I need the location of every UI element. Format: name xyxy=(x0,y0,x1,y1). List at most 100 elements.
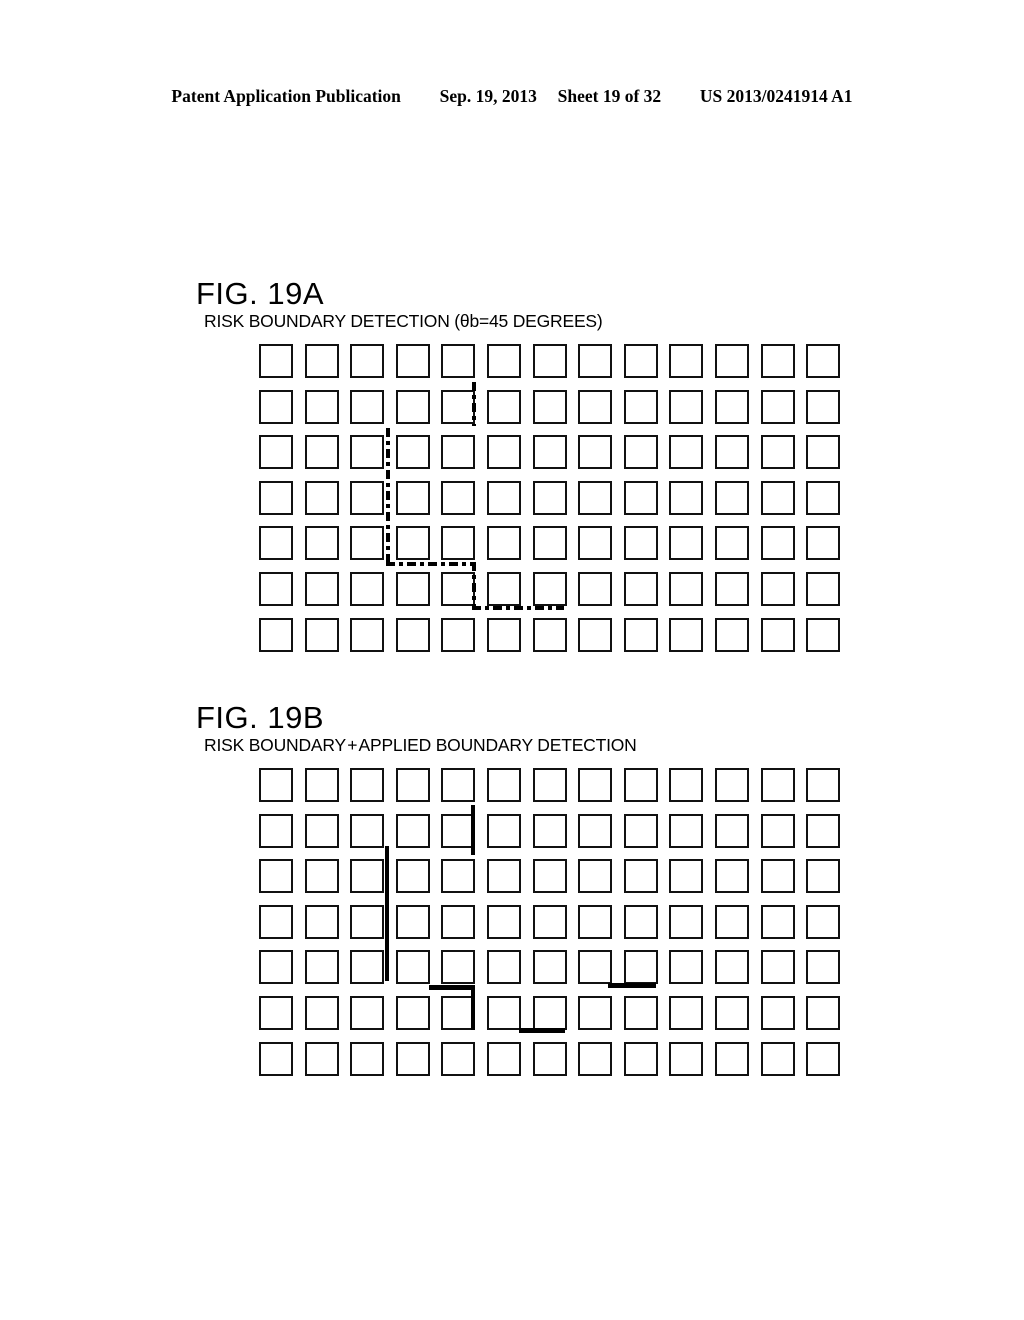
grid-cell xyxy=(487,768,521,802)
grid-cell xyxy=(487,572,521,606)
grid-cell xyxy=(259,435,293,470)
grid-cell xyxy=(760,768,795,802)
grid-cell xyxy=(715,572,749,606)
grid-cell xyxy=(669,344,704,378)
grid-cell xyxy=(669,996,704,1030)
grid-cell xyxy=(623,904,658,939)
grid-cell xyxy=(715,344,749,378)
grid-cell xyxy=(304,389,339,424)
grid-cell xyxy=(395,904,430,939)
grid-cell xyxy=(715,950,749,985)
grid-cell xyxy=(623,526,658,561)
grid-cell xyxy=(441,526,476,561)
grid-cell xyxy=(578,950,613,985)
header-publication-label: Patent Application Publication xyxy=(171,86,401,106)
grid-cell xyxy=(304,768,339,802)
grid-cell xyxy=(578,572,613,606)
risk-boundary-seg-mid-horizontal xyxy=(386,562,474,566)
grid-cell xyxy=(441,768,476,802)
grid-cell xyxy=(259,813,293,848)
grid-cell xyxy=(304,950,339,985)
grid-cell xyxy=(532,572,567,606)
grid-cell xyxy=(304,996,339,1030)
grid-cell xyxy=(669,950,704,985)
grid-cell xyxy=(350,1041,385,1076)
grid-cell xyxy=(623,389,658,424)
applied-boundary-seg-mid-horizontal xyxy=(429,985,474,990)
grid-cell xyxy=(395,526,430,561)
grid-cell xyxy=(259,859,293,894)
grid-cell xyxy=(578,344,613,378)
grid-cell xyxy=(578,768,613,802)
grid-cell xyxy=(806,480,841,515)
grid-cell xyxy=(669,617,704,652)
grid-cell xyxy=(669,480,704,515)
grid-cell xyxy=(532,1041,567,1076)
grid-cell xyxy=(487,526,521,561)
grid-cell xyxy=(441,617,476,652)
grid-cell xyxy=(806,389,841,424)
grid-cell xyxy=(532,904,567,939)
grid-cell xyxy=(760,859,795,894)
grid-cell xyxy=(623,813,658,848)
grid-cell xyxy=(304,904,339,939)
grid-cell xyxy=(487,904,521,939)
grid-cell xyxy=(578,1041,613,1076)
grid-cell xyxy=(806,996,841,1030)
grid-cell xyxy=(760,996,795,1030)
grid-cell xyxy=(669,904,704,939)
grid-cell xyxy=(395,859,430,894)
grid-cell xyxy=(441,996,476,1030)
grid-cell xyxy=(441,813,476,848)
figure-19a-label: FIG. 19A xyxy=(196,276,325,311)
grid-cell xyxy=(350,813,385,848)
grid-cell xyxy=(806,435,841,470)
grid-cell xyxy=(395,480,430,515)
grid-cell xyxy=(350,904,385,939)
grid-cell xyxy=(760,617,795,652)
grid-cell xyxy=(715,859,749,894)
grid-cell xyxy=(487,389,521,424)
grid-cell xyxy=(487,859,521,894)
grid-cell xyxy=(532,617,567,652)
grid-cell xyxy=(350,435,385,470)
grid-cell xyxy=(578,813,613,848)
grid-cell xyxy=(806,950,841,985)
grid-cell xyxy=(259,389,293,424)
grid-cell xyxy=(760,1041,795,1076)
figure-19b-label: FIG. 19B xyxy=(196,700,325,735)
header-sheet-label: Sheet 19 of 32 xyxy=(557,86,662,106)
grid-cell xyxy=(715,813,749,848)
grid-cell xyxy=(487,1041,521,1076)
grid-cell xyxy=(578,859,613,894)
grid-cell xyxy=(669,859,704,894)
grid-cell xyxy=(715,768,749,802)
grid-cell xyxy=(623,344,658,378)
grid-cell xyxy=(259,617,293,652)
grid-cell xyxy=(441,1041,476,1076)
grid-cell xyxy=(715,526,749,561)
grid-cell xyxy=(487,813,521,848)
grid-cell xyxy=(532,813,567,848)
grid-cell xyxy=(623,572,658,606)
grid-cell xyxy=(487,617,521,652)
grid-cell xyxy=(578,389,613,424)
grid-cell xyxy=(669,768,704,802)
grid-cell xyxy=(715,435,749,470)
grid-cell xyxy=(669,1041,704,1076)
grid-cell xyxy=(806,813,841,848)
grid-cell xyxy=(395,813,430,848)
grid-cell xyxy=(304,617,339,652)
grid-cell xyxy=(532,859,567,894)
grid-cell xyxy=(669,435,704,470)
grid-cell xyxy=(578,617,613,652)
grid-cell xyxy=(578,435,613,470)
header-date-label: Sep. 19, 2013 xyxy=(439,86,537,106)
grid-cell xyxy=(715,480,749,515)
grid-cell xyxy=(532,389,567,424)
grid-cell xyxy=(715,904,749,939)
grid-cell xyxy=(487,996,521,1030)
grid-cell xyxy=(304,1041,339,1076)
grid-cell xyxy=(395,344,430,378)
grid-cell xyxy=(350,389,385,424)
